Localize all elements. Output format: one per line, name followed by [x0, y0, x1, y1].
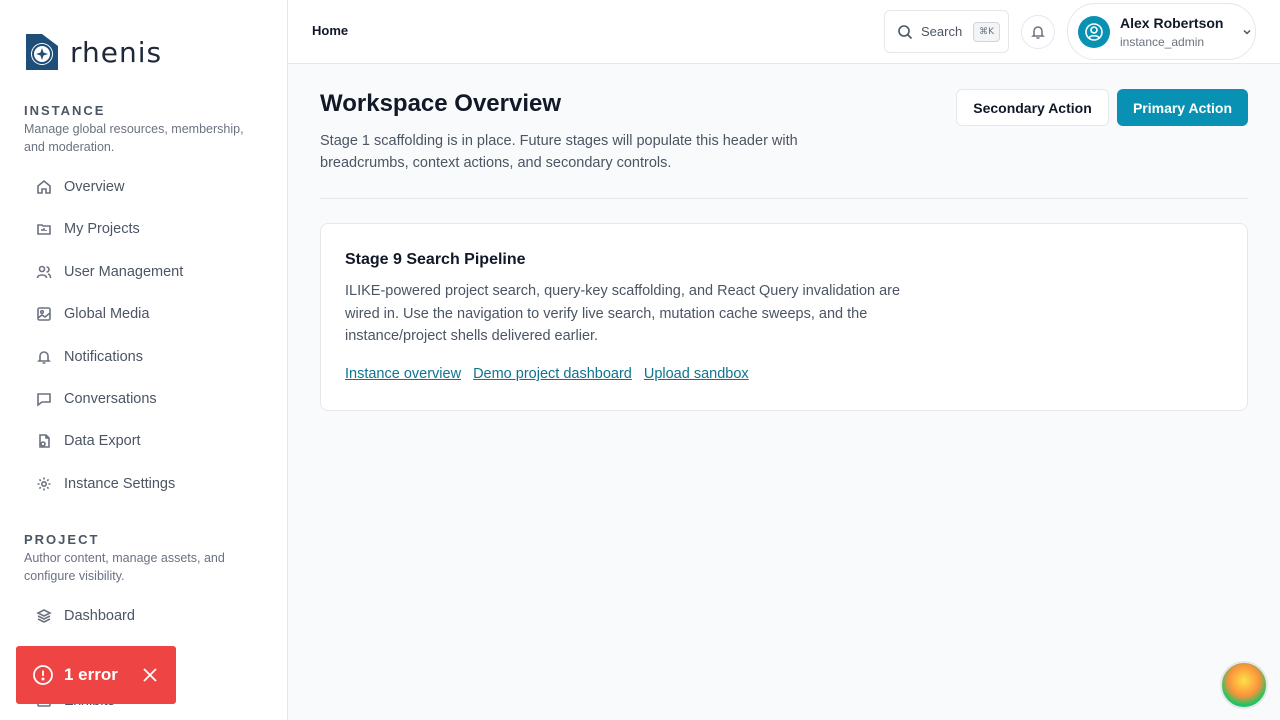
search-label: Search — [921, 24, 963, 39]
close-icon[interactable] — [142, 667, 158, 683]
search-shortcut-badge: ⌘K — [973, 21, 1000, 42]
home-icon — [37, 179, 51, 194]
sidebar-item-user-management[interactable]: User Management — [24, 254, 264, 290]
dev-tools-widget-icon[interactable] — [1220, 661, 1268, 709]
card-links: Instance overview Demo project dashboard… — [345, 366, 749, 382]
image-icon — [37, 307, 51, 321]
sidebar-item-label: Dashboard — [64, 608, 135, 624]
breadcrumb[interactable]: Home — [312, 23, 348, 38]
notifications-button[interactable] — [1021, 15, 1055, 49]
info-card: Stage 9 Search Pipeline ILIKE-powered pr… — [320, 223, 1248, 411]
secondary-action-button[interactable]: Secondary Action — [956, 89, 1109, 126]
logo-text: rhenis — [70, 35, 163, 69]
error-toast[interactable]: 1 error — [16, 646, 176, 704]
sidebar-item-global-media[interactable]: Global Media — [24, 296, 264, 332]
search-button[interactable]: Search ⌘K — [884, 10, 1009, 53]
card-description: ILIKE-powered project search, query-key … — [345, 283, 901, 344]
gear-icon — [37, 477, 51, 491]
chevron-down-icon — [1243, 29, 1251, 35]
folder-icon — [37, 224, 51, 235]
sidebar-item-dashboard[interactable]: Dashboard — [24, 598, 264, 634]
user-name: Alex Robertson — [1120, 14, 1224, 31]
sidebar-item-data-export[interactable]: Data Export — [24, 423, 264, 459]
sidebar-item-notifications[interactable]: Notifications — [24, 339, 264, 375]
user-menu-button[interactable]: Alex Robertson instance_admin — [1067, 3, 1256, 60]
user-circle-icon — [1085, 22, 1103, 41]
app-logo[interactable]: rhenis — [24, 32, 162, 72]
bell-icon — [37, 351, 51, 364]
sidebar-item-label: Conversations — [64, 391, 157, 407]
sidebar-item-label: Instance Settings — [64, 476, 176, 492]
instance-overview-link[interactable]: Instance overview — [345, 366, 461, 382]
alert-circle-icon — [33, 665, 53, 685]
file-export-icon — [39, 434, 50, 448]
card-title: Stage 9 Search Pipeline — [345, 251, 526, 268]
layers-icon — [36, 609, 52, 623]
top-bar: Home Search ⌘K Alex Robertson instance_a… — [288, 0, 1280, 64]
user-info: Alex Robertson instance_admin — [1120, 15, 1223, 49]
bell-icon — [1031, 26, 1045, 39]
sidebar-item-label: Data Export — [64, 433, 141, 449]
sidebar-item-my-projects[interactable]: My Projects — [24, 211, 264, 247]
sidebar: rhenis INSTANCE Manage global resources,… — [0, 0, 288, 720]
primary-action-button[interactable]: Primary Action — [1117, 89, 1248, 126]
search-icon — [898, 24, 913, 39]
demo-project-dashboard-link[interactable]: Demo project dashboard — [473, 366, 632, 382]
users-icon — [36, 265, 52, 279]
section-title-instance: INSTANCE — [24, 103, 106, 118]
header-divider — [320, 198, 1248, 199]
section-title-project: PROJECT — [24, 532, 100, 547]
sidebar-item-label: My Projects — [64, 221, 140, 237]
sidebar-item-overview[interactable]: Overview — [24, 169, 264, 205]
toast-text: 1 error — [64, 665, 118, 684]
sidebar-item-label: User Management — [64, 264, 184, 280]
sidebar-item-instance-settings[interactable]: Instance Settings — [24, 466, 264, 502]
sidebar-item-label: Notifications — [64, 349, 143, 365]
logo-mark-icon — [26, 34, 58, 70]
section-desc-instance: Manage global resources, membership, and… — [24, 122, 244, 154]
user-role: instance_admin — [1120, 34, 1205, 49]
page-description: Stage 1 scaffolding is in place. Future … — [320, 133, 798, 171]
section-desc-project: Author content, manage assets, and confi… — [24, 551, 225, 583]
sidebar-item-conversations[interactable]: Conversations — [24, 381, 264, 417]
page-title: Workspace Overview — [320, 90, 562, 117]
sidebar-item-label: Overview — [64, 179, 125, 195]
avatar — [1078, 15, 1110, 48]
message-icon — [37, 393, 51, 407]
sidebar-item-label: Global Media — [64, 306, 150, 322]
upload-sandbox-link[interactable]: Upload sandbox — [644, 366, 749, 382]
